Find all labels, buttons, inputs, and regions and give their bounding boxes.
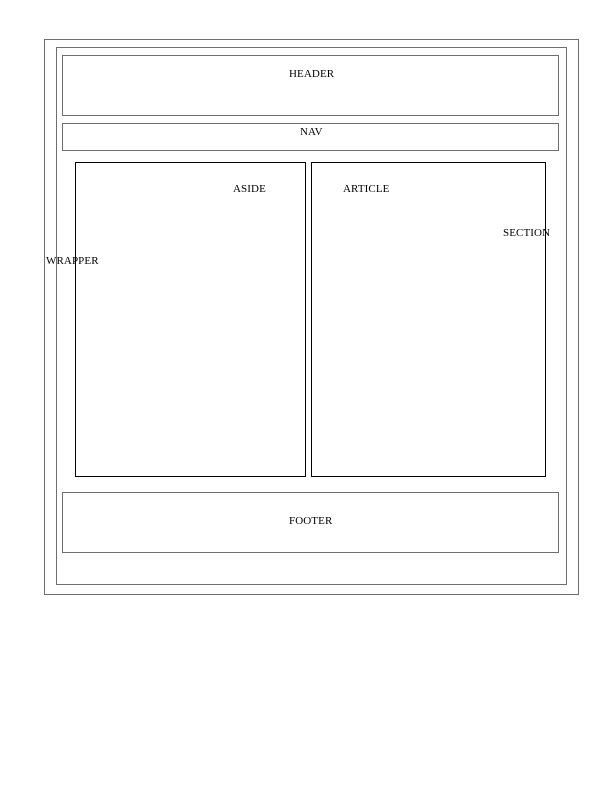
section-label: SECTION	[503, 227, 551, 239]
aside-label: ASIDE	[233, 183, 266, 195]
wrapper-label: WRAPPER	[46, 255, 99, 267]
article-region	[311, 162, 546, 477]
header-region	[62, 55, 559, 116]
aside-region	[75, 162, 306, 477]
article-label: ARTICLE	[343, 183, 390, 195]
header-label: HEADER	[289, 68, 335, 80]
nav-label: NAV	[300, 126, 323, 138]
footer-label: FOOTER	[289, 515, 333, 527]
